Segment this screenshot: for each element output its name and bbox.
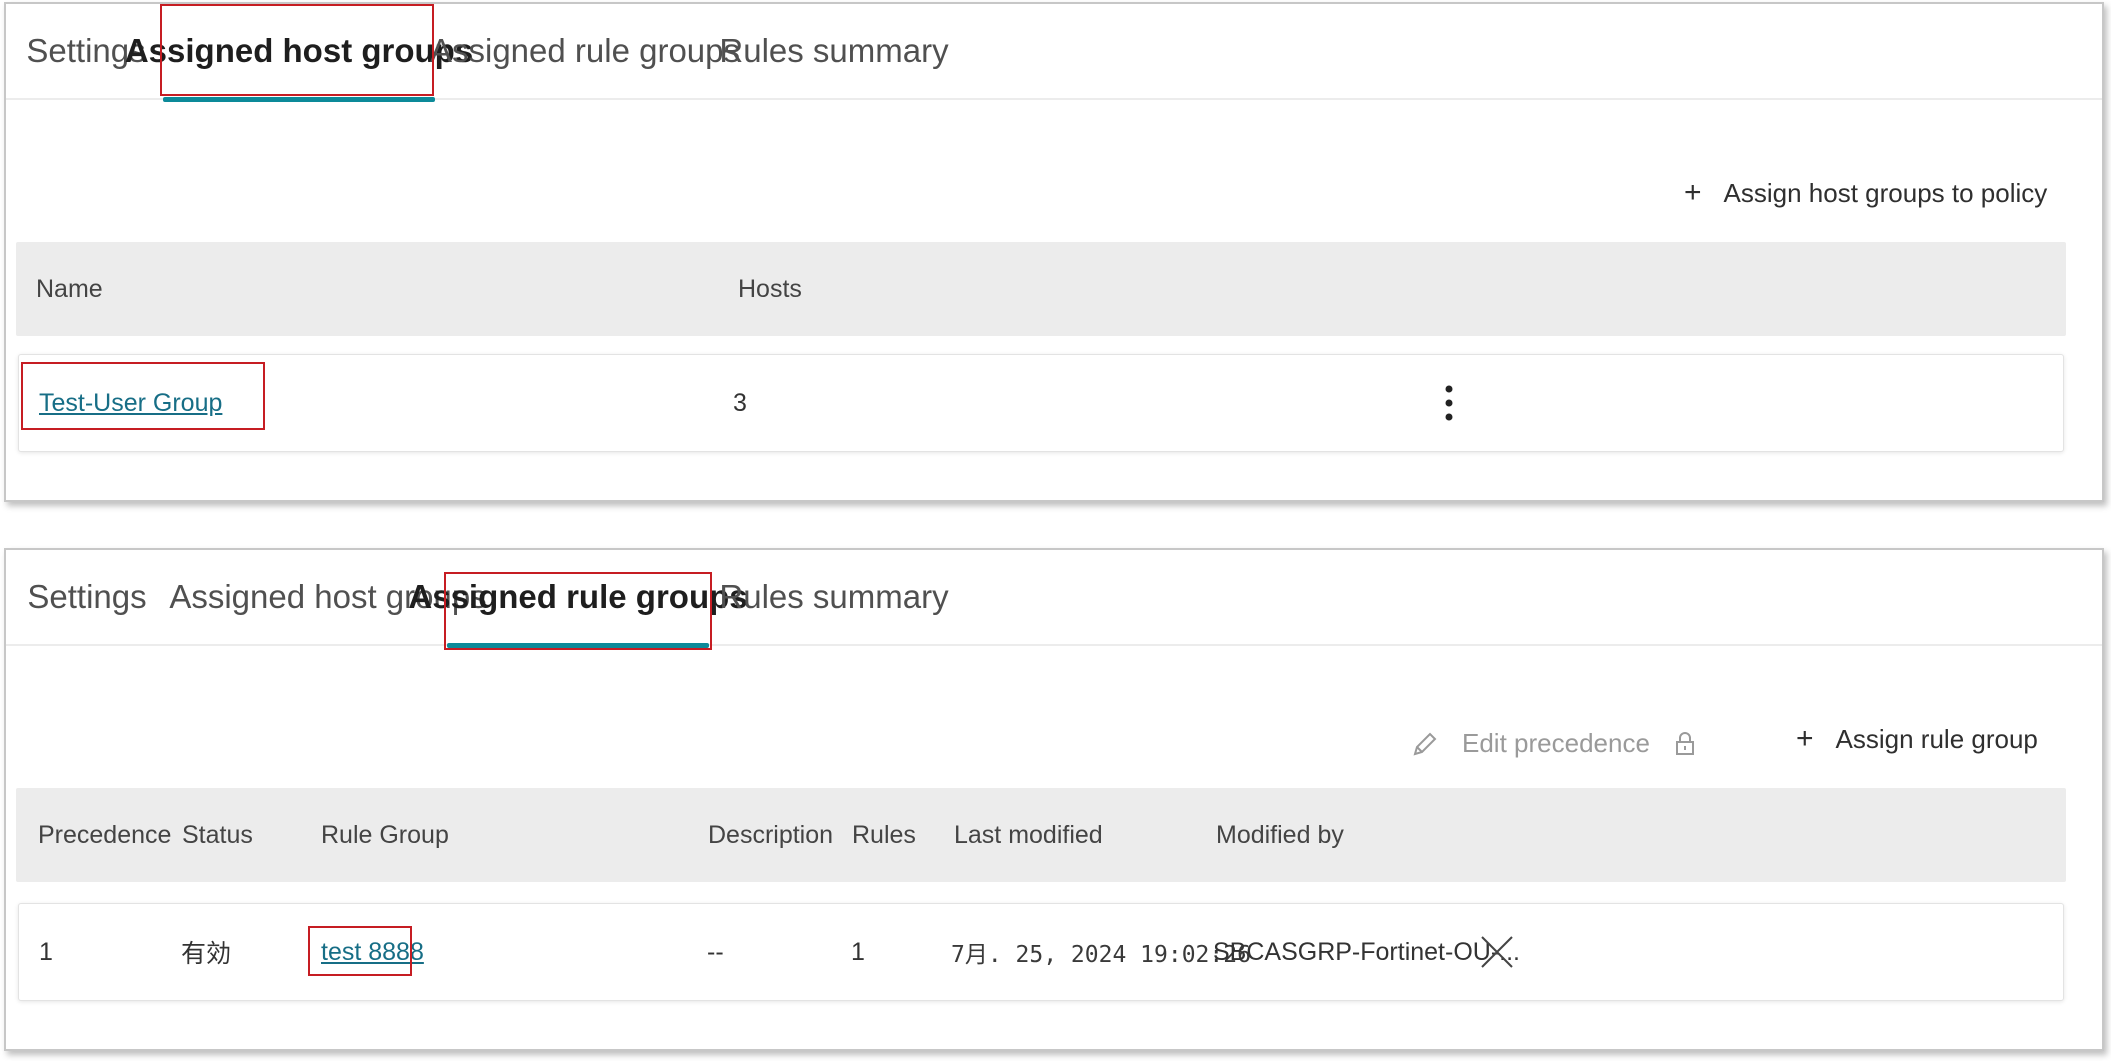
rule-groups-panel: Settings Assigned host groups Assigned r… xyxy=(4,548,2104,1051)
assign-host-groups-label: Assign host groups to policy xyxy=(1723,177,2048,208)
edit-precedence-label: Edit precedence xyxy=(1462,728,1650,758)
table-header: Name Hosts xyxy=(16,242,2066,336)
tab-rules-summary[interactable]: Rules summary xyxy=(719,550,948,644)
column-header-last-modified[interactable]: Last modified xyxy=(954,788,1103,882)
column-header-modified-by[interactable]: Modified by xyxy=(1216,788,1344,882)
rules-count: 1 xyxy=(851,937,865,966)
plus-icon: + xyxy=(1684,176,1702,209)
host-group-name[interactable]: Test-User Group xyxy=(39,389,222,418)
kebab-menu-icon[interactable] xyxy=(1437,381,1461,425)
tab-assigned-rule-groups[interactable]: Assigned rule groups xyxy=(408,550,748,648)
lock-icon xyxy=(1674,731,1696,757)
host-groups-panel: Settings Assigned host groups Assigned r… xyxy=(4,2,2104,502)
status-value: 有効 xyxy=(181,940,232,968)
table-row: 1 有効 test 8888 -- 1 7月. 25, 2024 19:02:2… xyxy=(18,903,2064,1001)
close-icon[interactable] xyxy=(1475,930,1519,974)
assign-rule-group-label: Assign rule group xyxy=(1835,723,2038,754)
host-count: 3 xyxy=(733,388,747,417)
table-row: Test-User Group 3 xyxy=(18,354,2064,452)
tab-bar: Settings Assigned host groups Assigned r… xyxy=(6,550,2102,650)
column-header-rules[interactable]: Rules xyxy=(852,788,916,882)
tab-assigned-host-groups[interactable]: Assigned host groups xyxy=(125,4,473,102)
column-header-hosts[interactable]: Hosts xyxy=(738,242,802,336)
rule-group-name-link[interactable]: test 8888 xyxy=(321,904,424,1000)
modified-by-value: SBCASGRP-Fortinet-OU-... xyxy=(1213,937,1520,966)
table-header: Precedence Status Rule Group Description… xyxy=(16,788,2066,882)
column-header-name[interactable]: Name xyxy=(36,242,103,336)
plus-icon: + xyxy=(1796,722,1814,755)
column-header-rule-group[interactable]: Rule Group xyxy=(321,788,449,882)
last-modified-value: 7月. 25, 2024 19:02:26 xyxy=(951,942,1251,968)
tab-bar: Settings Assigned host groups Assigned r… xyxy=(6,4,2102,102)
column-header-description[interactable]: Description xyxy=(708,788,833,882)
host-group-name-link[interactable]: Test-User Group xyxy=(39,355,222,451)
tab-assigned-rule-groups[interactable]: Assigned rule groups xyxy=(430,4,740,98)
tab-settings[interactable]: Settings xyxy=(27,550,146,644)
tab-rules-summary[interactable]: Rules summary xyxy=(719,4,948,98)
column-header-status[interactable]: Status xyxy=(182,788,253,882)
rule-group-name[interactable]: test 8888 xyxy=(321,938,424,967)
assign-rule-group-button[interactable]: + Assign rule group xyxy=(1796,722,2038,756)
column-header-precedence[interactable]: Precedence xyxy=(38,788,171,882)
description-value: -- xyxy=(707,937,724,966)
pencil-icon xyxy=(1410,729,1438,759)
precedence-value: 1 xyxy=(39,937,53,966)
tab-settings[interactable]: Settings xyxy=(26,4,145,98)
edit-precedence-button[interactable]: Edit precedence xyxy=(1410,728,1696,759)
assign-host-groups-button[interactable]: + Assign host groups to policy xyxy=(1684,176,2047,210)
